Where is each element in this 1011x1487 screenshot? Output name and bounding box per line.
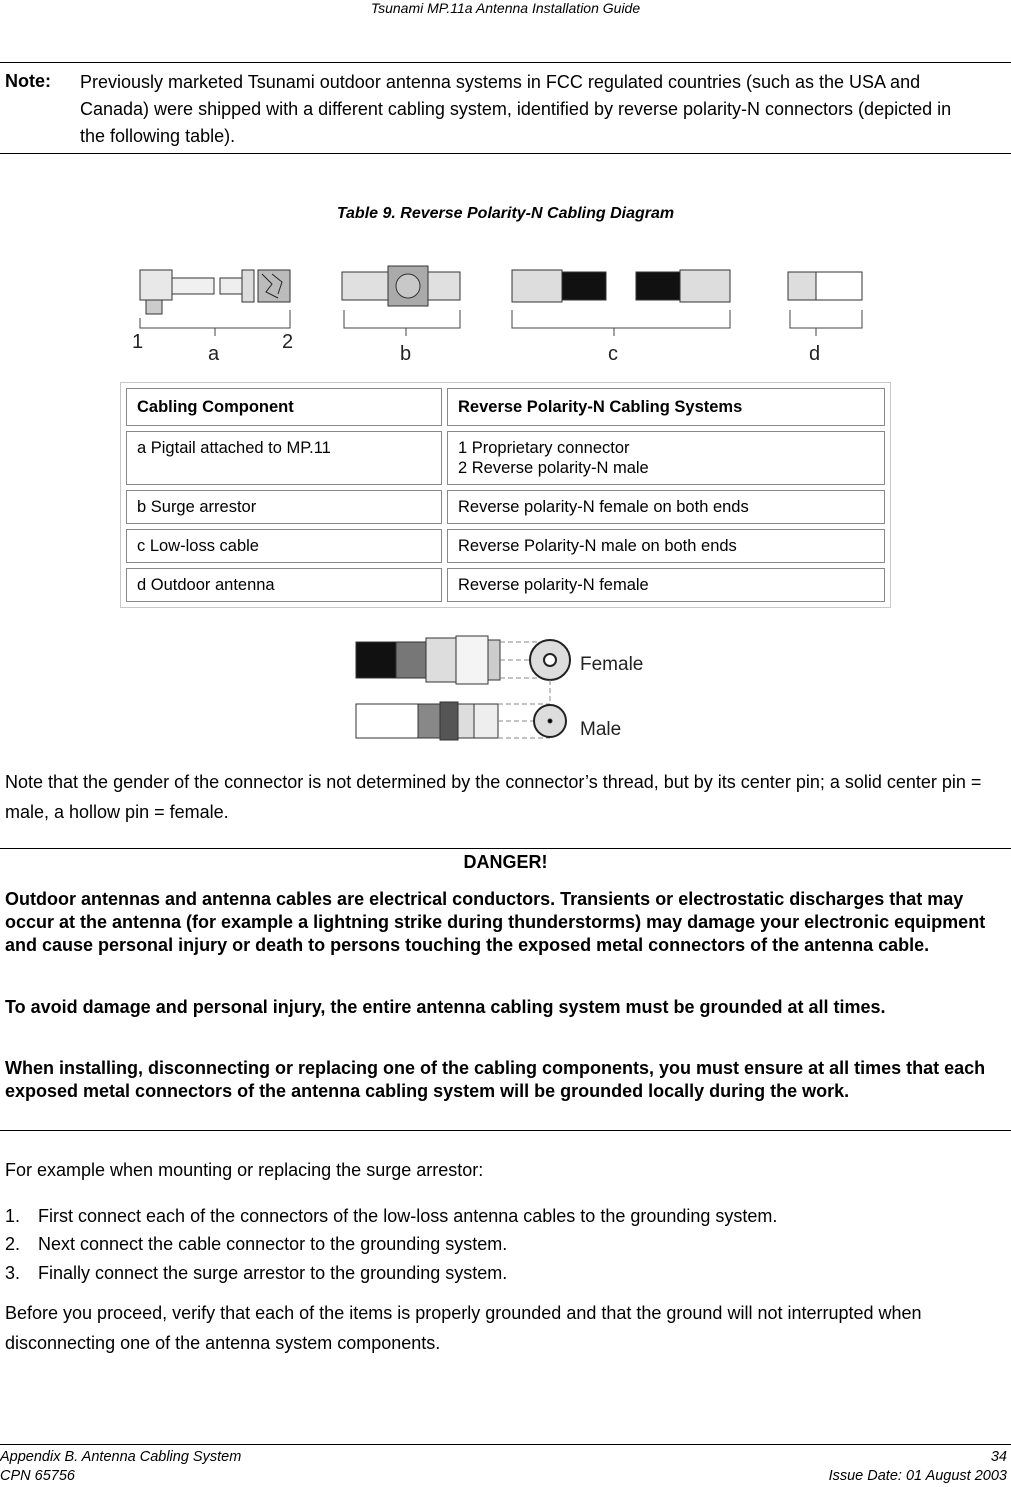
footer-rule — [0, 1444, 1011, 1445]
system-line: 1 Proprietary connector — [458, 439, 630, 457]
note-top-rule — [0, 62, 1011, 63]
low-loss-cable-illustration — [511, 269, 731, 303]
table-header-row: Cabling Component Reverse Polarity-N Cab… — [126, 388, 885, 426]
system-cell: Reverse polarity-N female — [447, 568, 885, 602]
step-text: First connect each of the connectors of … — [38, 1206, 778, 1226]
footer-page-number: 34 — [990, 1449, 1007, 1465]
label-d: d — [809, 343, 820, 365]
female-connector-illustration — [355, 635, 571, 685]
system-cell: 1 Proprietary connector 2 Reverse polari… — [447, 431, 885, 485]
gender-note: Note that the gender of the connector is… — [5, 772, 982, 822]
table-row: a Pigtail attached to MP.11 1 Proprietar… — [126, 431, 885, 485]
table-caption: Table 9. Reverse Polarity-N Cabling Diag… — [336, 205, 675, 222]
connector-gender-diagram: Female Male — [355, 635, 643, 741]
closing-paragraph: Before you proceed, verify that each of … — [5, 1303, 922, 1353]
label-c: c — [608, 343, 618, 365]
table-row: b Surge arrestor Reverse polarity-N fema… — [126, 490, 885, 524]
note-label: Note: — [5, 71, 51, 91]
running-header: Tsunami MP.11a Antenna Installation Guid… — [370, 0, 641, 16]
example-intro: For example when mounting or replacing t… — [5, 1160, 484, 1180]
cabling-diagram: 1 a 2 b c d — [132, 265, 863, 365]
component-cell: b Surge arrestor — [126, 490, 442, 524]
table-row: d Outdoor antenna Reverse polarity-N fem… — [126, 568, 885, 602]
step-number: 2. — [5, 1234, 21, 1254]
component-cell: d Outdoor antenna — [126, 568, 442, 602]
danger-bottom-rule — [0, 1130, 1011, 1131]
footer-issue-date: Issue Date: 01 August 2003 — [828, 1468, 1007, 1484]
female-label: Female — [580, 654, 643, 675]
outdoor-antenna-illustration — [787, 271, 863, 301]
footer-section: Appendix B. Antenna Cabling System — [0, 1449, 242, 1465]
danger-title: DANGER! — [463, 852, 548, 872]
bracket-c — [511, 310, 731, 336]
label-a: a — [208, 343, 220, 365]
header-cell: Cabling Component — [126, 388, 442, 426]
cabling-table: Cabling Component Reverse Polarity-N Cab… — [120, 382, 891, 608]
system-line: 2 Reverse polarity-N male — [458, 459, 649, 477]
bracket-b — [343, 310, 461, 336]
step-item: 3. Finally connect the surge arrestor to … — [5, 1262, 507, 1284]
step-text: Finally connect the surge arrestor to th… — [38, 1263, 508, 1283]
danger-top-rule — [0, 848, 1011, 849]
footer-cpn: CPN 65756 — [0, 1468, 75, 1484]
step-text: Next connect the cable connector to the … — [38, 1234, 508, 1254]
step-item: 1. First connect each of the connectors o… — [5, 1205, 777, 1227]
system-cell: Reverse polarity-N female on both ends — [447, 490, 885, 524]
system-cell: Reverse Polarity-N male on both ends — [447, 529, 885, 563]
label-b: b — [400, 343, 411, 365]
label-2: 2 — [282, 331, 293, 353]
surge-arrestor-illustration — [341, 265, 461, 307]
note-text: Previously marketed Tsunami outdoor ante… — [80, 72, 952, 146]
male-connector-illustration — [355, 680, 567, 741]
component-cell: a Pigtail attached to MP.11 — [126, 431, 442, 485]
label-1: 1 — [132, 331, 143, 353]
danger-paragraph: When installing, disconnecting or replac… — [5, 1058, 986, 1101]
step-number: 1. — [5, 1206, 21, 1226]
pigtail-illustration — [139, 269, 291, 315]
header-cell: Reverse Polarity-N Cabling Systems — [447, 388, 885, 426]
step-item: 2. Next connect the cable connector to th… — [5, 1233, 507, 1255]
danger-paragraph: Outdoor antennas and antenna cables are … — [5, 889, 986, 955]
bracket-d — [789, 310, 863, 336]
component-cell: c Low-loss cable — [126, 529, 442, 563]
male-label: Male — [580, 719, 621, 740]
danger-paragraph: To avoid damage and personal injury, the… — [5, 997, 886, 1017]
note-bottom-rule — [0, 153, 1011, 154]
table-row: c Low-loss cable Reverse Polarity-N male… — [126, 529, 885, 563]
step-number: 3. — [5, 1263, 21, 1283]
